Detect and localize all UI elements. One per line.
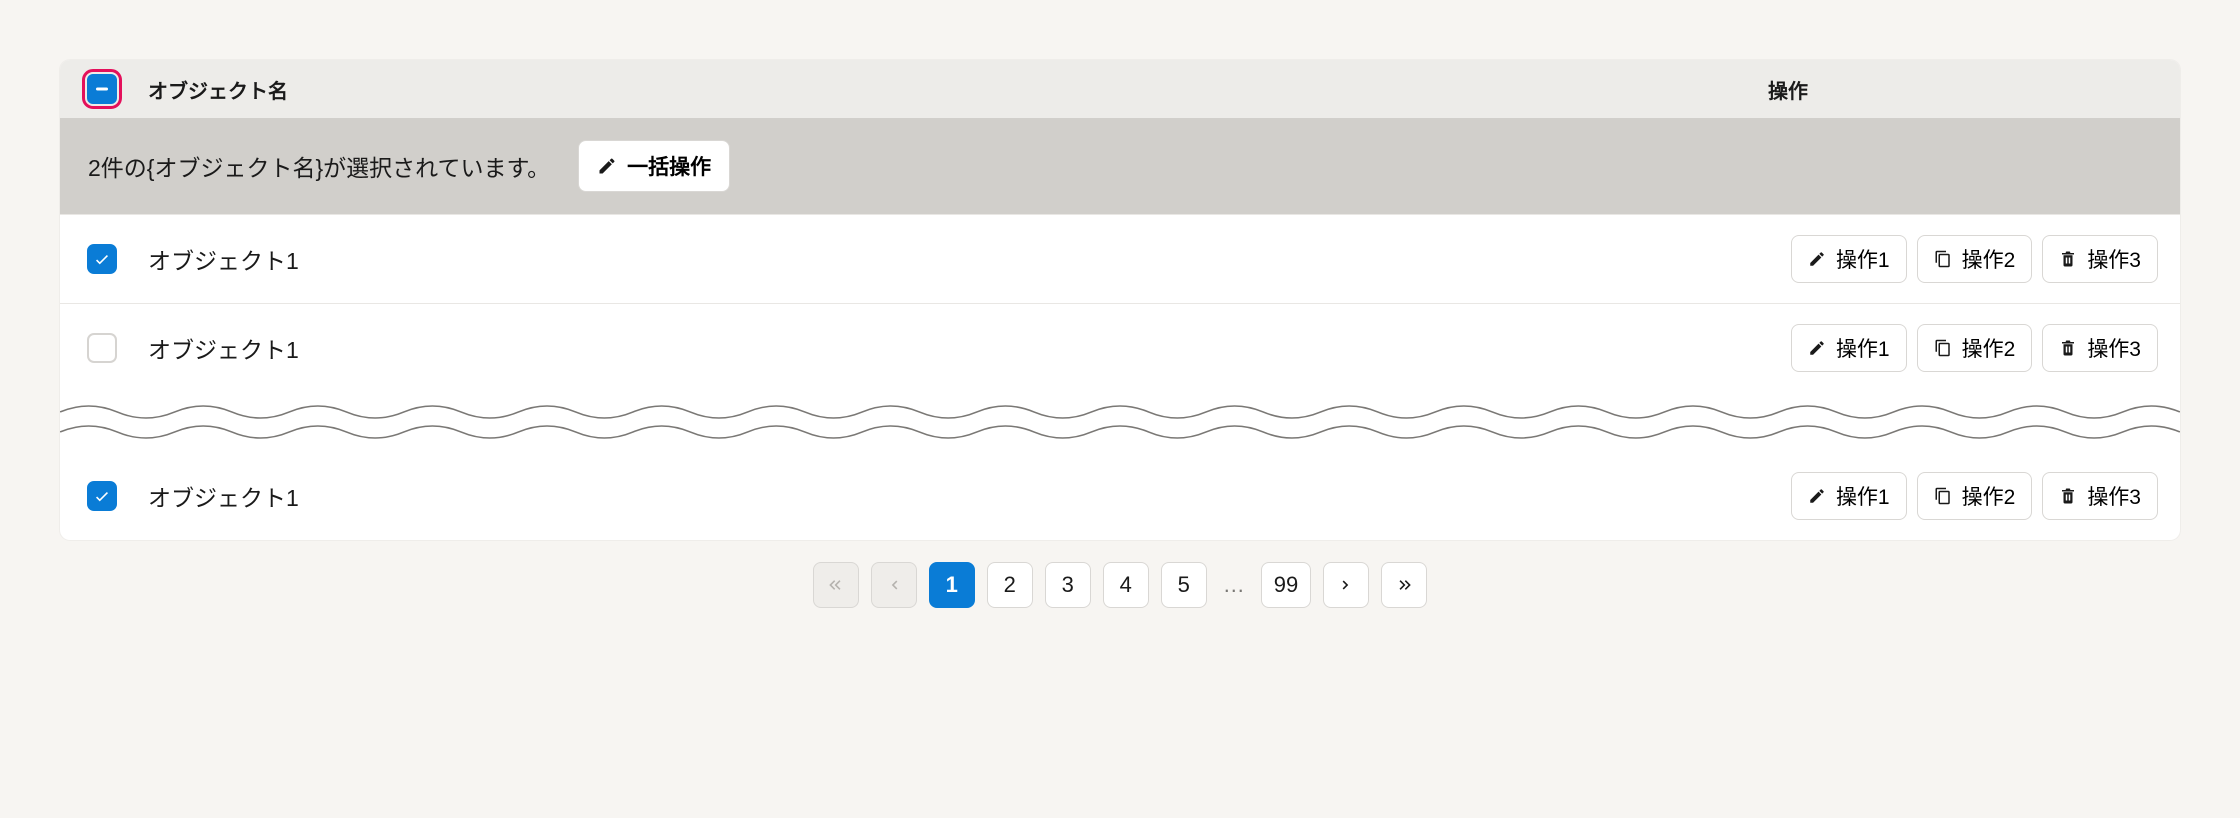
page-button[interactable]: 1 xyxy=(929,562,975,608)
trash-icon xyxy=(2059,339,2077,357)
row-name: オブジェクト1 xyxy=(148,331,1765,365)
page-first-button[interactable] xyxy=(813,562,859,608)
page-button[interactable]: 5 xyxy=(1161,562,1207,608)
trash-icon xyxy=(2059,250,2077,268)
row-action-2-label: 操作2 xyxy=(1962,481,2016,511)
row-action-1-label: 操作1 xyxy=(1836,481,1890,511)
column-header-ops: 操作 xyxy=(1768,75,2158,104)
pagination: 1 2 3 4 5 … 99 xyxy=(60,540,2180,608)
row-action-1-button[interactable]: 操作1 xyxy=(1791,235,1907,283)
bulk-action-button[interactable]: 一括操作 xyxy=(578,140,730,192)
check-icon xyxy=(93,250,111,268)
row-action-3-label: 操作3 xyxy=(2087,333,2141,363)
row-action-1-button[interactable]: 操作1 xyxy=(1791,472,1907,520)
bulk-action-label: 一括操作 xyxy=(627,151,711,181)
table-row: オブジェクト1 操作1 操作2 操作3 xyxy=(60,214,2180,303)
row-action-3-button[interactable]: 操作3 xyxy=(2042,235,2158,283)
page-button[interactable]: 4 xyxy=(1103,562,1149,608)
copy-icon xyxy=(1934,250,1952,268)
row-action-1-button[interactable]: 操作1 xyxy=(1791,324,1907,372)
row-name: オブジェクト1 xyxy=(148,479,1765,513)
row-action-2-button[interactable]: 操作2 xyxy=(1917,324,2033,372)
row-action-2-label: 操作2 xyxy=(1962,244,2016,274)
page-ellipsis: … xyxy=(1219,572,1249,598)
row-name: オブジェクト1 xyxy=(148,242,1765,276)
row-action-3-button[interactable]: 操作3 xyxy=(2042,472,2158,520)
row-gap-indicator xyxy=(60,392,2180,452)
selection-bar: 2件の{オブジェクト名}が選択されています。 一括操作 xyxy=(60,118,2180,214)
indeterminate-icon xyxy=(94,81,110,97)
chevron-left-icon xyxy=(885,576,903,594)
row-checkbox[interactable] xyxy=(87,244,117,274)
page-next-button[interactable] xyxy=(1323,562,1369,608)
row-checkbox[interactable] xyxy=(87,481,117,511)
table-header: オブジェクト名 操作 xyxy=(60,60,2180,118)
row-action-3-button[interactable]: 操作3 xyxy=(2042,324,2158,372)
pencil-icon xyxy=(1808,487,1826,505)
check-icon xyxy=(93,487,111,505)
row-action-2-button[interactable]: 操作2 xyxy=(1917,235,2033,283)
row-action-2-button[interactable]: 操作2 xyxy=(1917,472,2033,520)
trash-icon xyxy=(2059,487,2077,505)
chevron-double-left-icon xyxy=(827,576,845,594)
copy-icon xyxy=(1934,339,1952,357)
pencil-icon xyxy=(597,156,617,176)
row-action-3-label: 操作3 xyxy=(2087,244,2141,274)
row-action-2-label: 操作2 xyxy=(1962,333,2016,363)
row-action-3-label: 操作3 xyxy=(2087,481,2141,511)
chevron-double-right-icon xyxy=(1395,576,1413,594)
data-table: オブジェクト名 操作 2件の{オブジェクト名}が選択されています。 一括操作 xyxy=(60,60,2180,540)
selection-text: 2件の{オブジェクト名}が選択されています。 xyxy=(88,149,550,183)
select-all-checkbox[interactable] xyxy=(87,74,117,104)
table-row: オブジェクト1 操作1 操作2 操作3 xyxy=(60,452,2180,540)
copy-icon xyxy=(1934,487,1952,505)
page-button-last[interactable]: 99 xyxy=(1261,562,1311,608)
chevron-right-icon xyxy=(1337,576,1355,594)
row-action-1-label: 操作1 xyxy=(1836,333,1890,363)
table-row: オブジェクト1 操作1 操作2 操作3 xyxy=(60,303,2180,392)
column-header-name: オブジェクト名 xyxy=(148,75,1742,104)
page-last-button[interactable] xyxy=(1381,562,1427,608)
row-checkbox[interactable] xyxy=(87,333,117,363)
page-button[interactable]: 3 xyxy=(1045,562,1091,608)
page-button[interactable]: 2 xyxy=(987,562,1033,608)
pencil-icon xyxy=(1808,250,1826,268)
row-action-1-label: 操作1 xyxy=(1836,244,1890,274)
pencil-icon xyxy=(1808,339,1826,357)
page-prev-button[interactable] xyxy=(871,562,917,608)
